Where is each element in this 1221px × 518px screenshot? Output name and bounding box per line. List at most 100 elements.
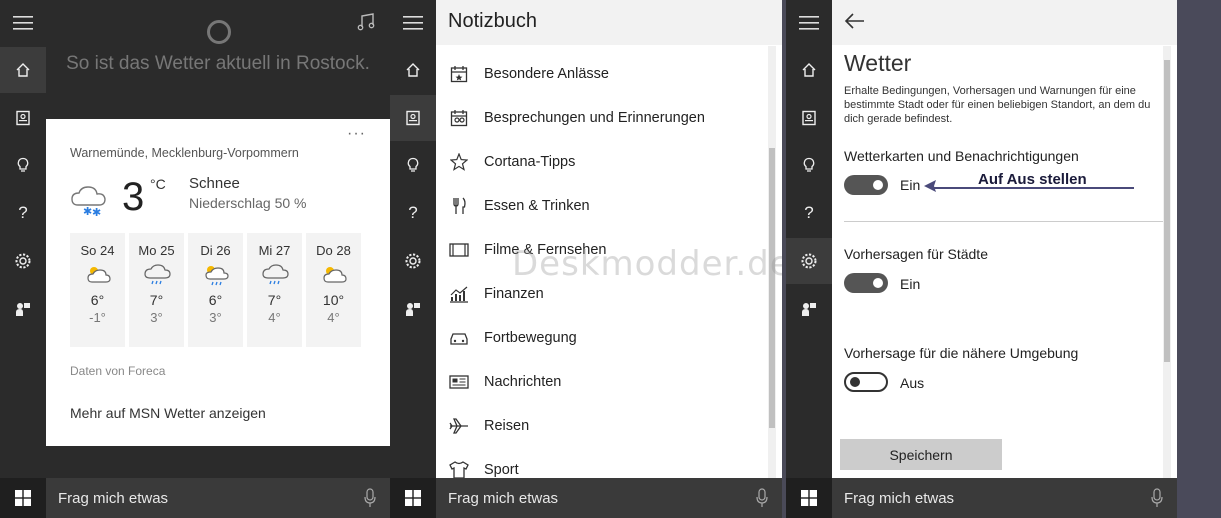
film-icon [448, 239, 470, 261]
list-item-label: Nachrichten [484, 374, 562, 390]
feedback-icon[interactable] [390, 286, 436, 332]
more-options-icon[interactable]: ··· [347, 125, 366, 143]
music-note-icon[interactable] [356, 12, 376, 32]
notebook-icon[interactable] [786, 95, 832, 141]
list-item-label: Besondere Anlässe [484, 66, 609, 82]
finance-chart-icon [448, 283, 470, 305]
data-source: Daten von Foreca [70, 364, 166, 378]
msn-weather-link[interactable]: Mehr auf MSN Wetter anzeigen [70, 405, 266, 421]
toggle-state: Ein [900, 177, 921, 193]
windows-start-icon[interactable] [786, 478, 832, 518]
weather-card[interactable]: ··· Warnemünde, Mecklenburg-Vorpommern ✱… [46, 119, 390, 446]
search-input[interactable]: Frag mich etwas [832, 478, 1177, 518]
forecast-day[interactable]: Mo 25 7° 3° [129, 233, 184, 347]
scrollbar[interactable] [1163, 46, 1171, 478]
list-item[interactable]: Besondere Anlässe [436, 52, 766, 96]
forecast-high: 6° [208, 292, 223, 308]
weather-settings-panel: ? Wetter Erhalte Bedingungen, Vorhersage… [786, 0, 1177, 518]
page-title: Notizbuch [448, 10, 537, 32]
scrollbar-thumb[interactable] [769, 148, 775, 428]
list-item-label: Essen & Trinken [484, 198, 590, 214]
lightbulb-icon[interactable] [0, 142, 46, 188]
feedback-icon[interactable] [0, 286, 46, 332]
forecast-high: 7° [149, 292, 164, 308]
snow-cloud-icon: ✱ ✱ [70, 185, 112, 217]
side-rail: ? [0, 0, 46, 478]
list-item-label: Reisen [484, 418, 530, 434]
settings-gear-icon[interactable] [0, 238, 46, 284]
rain-icon [260, 262, 290, 288]
forecast-day-label: So 24 [80, 243, 115, 258]
help-icon[interactable]: ? [786, 190, 832, 236]
temperature-unit: °C [150, 176, 166, 192]
list-item[interactable]: Nachrichten [436, 360, 766, 404]
windows-start-icon[interactable] [390, 478, 436, 518]
microphone-icon[interactable] [364, 488, 376, 508]
setting-label-nearby-forecast: Vorhersage für die nähere Umgebung [844, 345, 1079, 361]
current-temperature: 3 [122, 175, 145, 219]
list-item[interactable]: Fortbewegung [436, 316, 766, 360]
list-item-label: Fortbewegung [484, 330, 577, 346]
forecast-day-label: Mo 25 [138, 243, 175, 258]
back-arrow-icon[interactable] [844, 12, 866, 30]
lightbulb-icon[interactable] [390, 142, 436, 188]
notebook-icon[interactable] [390, 95, 436, 141]
lightbulb-icon[interactable] [786, 142, 832, 188]
taskbar: Frag mich etwas [390, 478, 782, 518]
settings-gear-icon[interactable] [786, 238, 832, 284]
microphone-icon[interactable] [1151, 488, 1163, 508]
search-input[interactable]: Frag mich etwas [46, 478, 390, 518]
list-item[interactable]: Reisen [436, 404, 766, 448]
forecast-low: 3° [209, 310, 222, 325]
weather-location: Warnemünde, Mecklenburg-Vorpommern [70, 146, 299, 160]
page-title: Wetter [844, 50, 912, 76]
list-item[interactable]: Essen & Trinken [436, 184, 766, 228]
help-icon[interactable]: ? [0, 190, 46, 236]
microphone-icon[interactable] [756, 488, 768, 508]
settings-description: Erhalte Bedingungen, Vorhersagen und War… [844, 85, 1151, 125]
home-icon[interactable] [786, 47, 832, 93]
forecast-day-label: Mi 27 [258, 243, 291, 258]
home-icon[interactable] [390, 47, 436, 93]
partly-cloudy-icon [83, 262, 113, 288]
toggle-nearby-forecast[interactable] [844, 372, 888, 392]
list-item-label: Besprechungen und Erinnerungen [484, 110, 705, 126]
star-icon [448, 151, 470, 173]
hamburger-menu-icon[interactable] [786, 0, 832, 46]
search-input[interactable]: Frag mich etwas [436, 478, 782, 518]
toggle-weather-maps[interactable] [844, 175, 888, 195]
forecast-low: 4° [327, 310, 340, 325]
taskbar: Frag mich etwas [786, 478, 1177, 518]
forecast-day[interactable]: Mi 27 7° 4° [247, 233, 302, 347]
precipitation: Niederschlag 50 % [189, 195, 307, 211]
forecast-day[interactable]: So 24 6° -1° [70, 233, 125, 347]
hamburger-menu-icon[interactable] [0, 0, 46, 46]
forecast-day[interactable]: Do 28 10° 4° [306, 233, 361, 347]
svg-text:✱: ✱ [83, 206, 92, 217]
list-item[interactable]: Besprechungen und Erinnerungen [436, 96, 766, 140]
help-icon[interactable]: ? [390, 190, 436, 236]
annotation-label: Auf Aus stellen [978, 171, 1087, 188]
rain-icon [142, 262, 172, 288]
partly-cloudy-icon [319, 262, 349, 288]
cortana-ring-icon [207, 20, 231, 44]
save-button[interactable]: Speichern [840, 439, 1002, 470]
side-rail: ? [390, 0, 436, 478]
watermark: Deskmodder.de [512, 244, 792, 284]
windows-start-icon[interactable] [0, 478, 46, 518]
list-item[interactable]: Cortana-Tipps [436, 140, 766, 184]
divider [844, 221, 1164, 222]
svg-text:✱: ✱ [92, 207, 101, 217]
feedback-icon[interactable] [786, 286, 832, 332]
toggle-state: Aus [900, 375, 925, 391]
toggle-state: Ein [900, 276, 921, 292]
settings-header [832, 0, 1177, 45]
notebook-icon[interactable] [0, 95, 46, 141]
forecast-day-label: Do 28 [316, 243, 351, 258]
forecast-day[interactable]: Di 26 6° 3° [188, 233, 243, 347]
hamburger-menu-icon[interactable] [390, 0, 436, 46]
settings-gear-icon[interactable] [390, 238, 436, 284]
scrollbar-thumb[interactable] [1164, 60, 1170, 362]
home-icon[interactable] [0, 47, 46, 93]
toggle-city-forecast[interactable] [844, 273, 888, 293]
